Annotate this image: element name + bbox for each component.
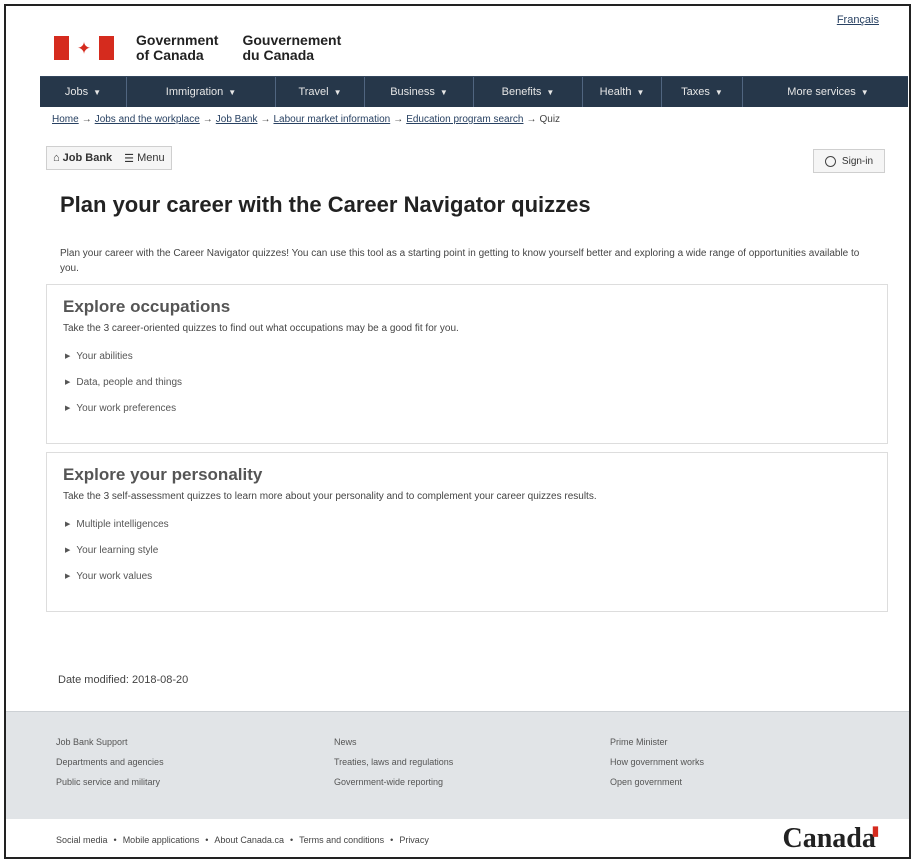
breadcrumb: Home → Jobs and the workplace → Job Bank → Lab…	[52, 114, 560, 125]
footer-link-social-media[interactable]: Social media	[56, 835, 108, 845]
menu-item-jobs[interactable]: Jobs ▼	[40, 77, 127, 107]
footer-link[interactable]: How government works	[610, 752, 704, 772]
triangle-right-icon: ▶	[65, 379, 71, 386]
footer-link[interactable]: Open government	[610, 772, 704, 792]
panel-description: Take the 3 self-assessment quizzes to le…	[63, 491, 597, 502]
menu-item-business[interactable]: Business ▼	[365, 77, 474, 107]
footer-link[interactable]: Prime Minister	[610, 732, 704, 752]
home-icon: ⌂	[53, 152, 60, 164]
user-icon	[824, 155, 836, 167]
quiz-link-work-preferences[interactable]: ▶ Your work preferences	[65, 403, 176, 414]
maple-leaf-icon: ▮	[871, 823, 879, 838]
footer-link[interactable]: Public service and military	[56, 772, 164, 792]
panel-description: Take the 3 career-oriented quizzes to fi…	[63, 323, 459, 334]
gov-signature[interactable]: ✦ Government of Canada Gouvernement du C…	[54, 28, 365, 68]
chevron-down-icon: ▼	[860, 87, 869, 97]
arrow-right-icon: →	[393, 114, 404, 125]
job-bank-menu-button[interactable]: ☰ Menu	[118, 147, 170, 169]
sign-in-button[interactable]: Sign-in	[813, 149, 885, 173]
footer-link[interactable]: Treaties, laws and regulations	[334, 752, 453, 772]
arrow-right-icon: →	[260, 114, 271, 125]
chevron-down-icon: ▼	[636, 87, 645, 97]
menu-item-taxes[interactable]: Taxes ▼	[662, 77, 743, 107]
arrow-right-icon: →	[202, 114, 213, 125]
footer-bottom: Social media • Mobile applications • About C…	[6, 819, 909, 857]
date-modified: Date modified: 2018-08-20	[58, 674, 189, 686]
footer-col-3: Prime Minister How government works Open…	[610, 732, 704, 792]
quiz-link-abilities[interactable]: ▶ Your abilities	[65, 351, 133, 362]
footer-link[interactable]: News	[334, 732, 453, 752]
footer-link[interactable]: Job Bank Support	[56, 732, 164, 752]
breadcrumb-job-bank[interactable]: Job Bank	[216, 114, 258, 125]
chevron-down-icon: ▼	[546, 87, 555, 97]
footer-link-privacy[interactable]: Privacy	[399, 835, 429, 845]
footer-link-terms[interactable]: Terms and conditions	[299, 835, 384, 845]
quiz-link-learning-style[interactable]: ▶ Your learning style	[65, 545, 158, 556]
maple-leaf-icon: ✦	[76, 38, 92, 58]
panel-title: Explore occupations	[63, 297, 231, 316]
arrow-right-icon: →	[81, 114, 92, 125]
intro-text: Plan your career with the Career Navigat…	[60, 248, 860, 274]
triangle-right-icon: ▶	[65, 547, 71, 554]
menu-item-immigration[interactable]: Immigration ▼	[127, 77, 276, 107]
chevron-down-icon: ▼	[439, 87, 448, 97]
panel-explore-occupations: Explore occupations Take the 3 career-or…	[46, 284, 888, 444]
menu-item-more-services[interactable]: More services ▼	[743, 77, 909, 107]
triangle-right-icon: ▶	[65, 573, 71, 580]
footer-link[interactable]: Government-wide reporting	[334, 772, 453, 792]
menu-item-health[interactable]: Health ▼	[583, 77, 662, 107]
breadcrumb-lmi[interactable]: Labour market information	[273, 114, 390, 125]
breadcrumb-home[interactable]: Home	[52, 114, 79, 125]
panel-explore-personality: Explore your personality Take the 3 self…	[46, 452, 888, 612]
footer-col-2: News Treaties, laws and regulations Gove…	[334, 732, 453, 792]
quiz-link-work-values[interactable]: ▶ Your work values	[65, 571, 152, 582]
triangle-right-icon: ▶	[65, 521, 71, 528]
canada-flag: ✦	[54, 36, 114, 60]
breadcrumb-jobs-workplace[interactable]: Jobs and the workplace	[95, 114, 200, 125]
triangle-right-icon: ▶	[65, 353, 71, 360]
gov-name-fr: Gouvernement du Canada	[242, 32, 342, 63]
footer-main: Job Bank Support Departments and agencie…	[6, 711, 909, 820]
triangle-right-icon: ▶	[65, 405, 71, 412]
quiz-link-multiple-intelligences[interactable]: ▶ Multiple intelligences	[65, 519, 169, 530]
page-frame: Français ✦ Government of Canada Gouverne…	[4, 4, 911, 859]
arrow-right-icon: →	[526, 114, 537, 125]
footer-bottom-links: Social media • Mobile applications • About C…	[56, 835, 429, 845]
chevron-down-icon: ▼	[333, 87, 342, 97]
breadcrumb-current: Quiz	[539, 114, 561, 125]
canada-wordmark: Canada▮	[782, 823, 879, 854]
footer-link[interactable]: Departments and agencies	[56, 752, 164, 772]
quiz-link-data-people-things[interactable]: ▶ Data, people and things	[65, 377, 182, 388]
page-title: Plan your career with the Career Navigat…	[60, 192, 591, 217]
footer-col-1: Job Bank Support Departments and agencie…	[56, 732, 164, 792]
gov-name-en: Government of Canada	[136, 32, 219, 63]
footer-link-mobile-apps[interactable]: Mobile applications	[123, 835, 200, 845]
menu-item-travel[interactable]: Travel ▼	[276, 77, 365, 107]
panel-title: Explore your personality	[63, 465, 263, 484]
job-bank-home-button[interactable]: ⌂ Job Bank	[47, 147, 118, 169]
language-link[interactable]: Français	[837, 14, 879, 26]
main-menu: Jobs ▼ Immigration ▼ Travel ▼ Business ▼ Ben…	[40, 76, 908, 107]
chevron-down-icon: ▼	[228, 87, 237, 97]
hamburger-icon: ☰	[124, 152, 135, 165]
chevron-down-icon: ▼	[714, 87, 723, 97]
breadcrumb-education-search[interactable]: Education program search	[406, 114, 523, 125]
footer-link-about[interactable]: About Canada.ca	[214, 835, 284, 845]
menu-item-benefits[interactable]: Benefits ▼	[474, 77, 583, 107]
job-bank-bar: ⌂ Job Bank ☰ Menu	[46, 146, 172, 170]
chevron-down-icon: ▼	[93, 87, 102, 97]
